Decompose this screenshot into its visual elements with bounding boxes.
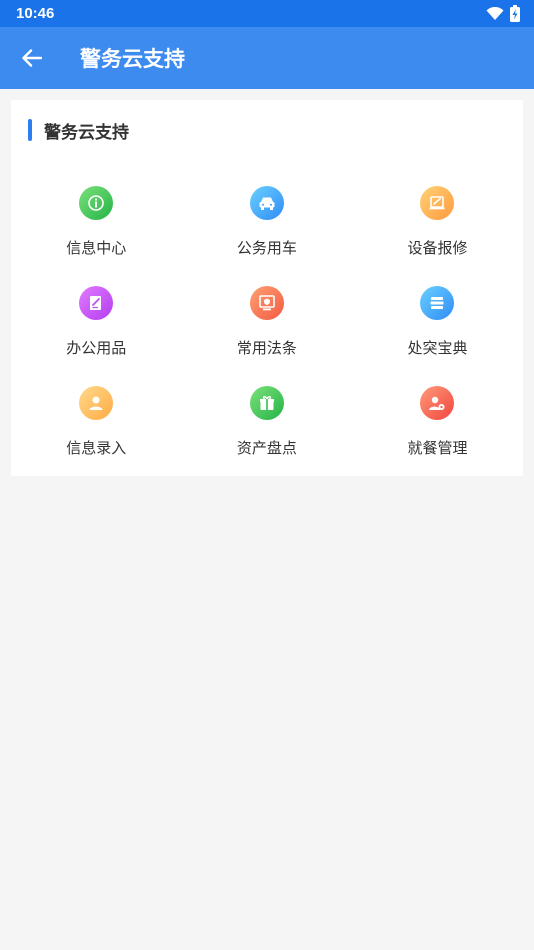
grid-item-label: 常用法条 xyxy=(236,339,297,357)
book-stack-icon xyxy=(420,286,455,320)
card-header: 警务云支持 xyxy=(11,100,523,160)
user-icon xyxy=(79,386,114,420)
grid-item-label: 办公用品 xyxy=(66,339,127,357)
status-bar: 10:46 xyxy=(0,0,534,27)
grid-item-info-center[interactable]: 信息中心 xyxy=(11,180,182,280)
grid-item-asset-inventory[interactable]: 资产盘点 xyxy=(182,380,353,480)
grid-item-common-laws[interactable]: 常用法条 xyxy=(182,280,353,380)
gift-box-icon xyxy=(249,386,284,420)
card-accent-bar xyxy=(28,119,32,141)
battery-icon xyxy=(510,5,520,22)
grid-item-label: 信息录入 xyxy=(66,439,127,457)
status-time: 10:46 xyxy=(16,5,55,22)
app-bar: 警务云支持 xyxy=(0,27,534,89)
grid-item-official-car[interactable]: 公务用车 xyxy=(182,180,353,280)
grid-item-label: 处突宝典 xyxy=(407,339,468,357)
page-title: 警务云支持 xyxy=(80,47,185,71)
grid-item-emergency-handbook[interactable]: 处突宝典 xyxy=(352,280,523,380)
grid-item-label: 设备报修 xyxy=(407,239,468,257)
grid-item-label: 资产盘点 xyxy=(236,439,297,457)
grid-item-equipment-repair[interactable]: 设备报修 xyxy=(352,180,523,280)
document-edit-icon xyxy=(79,286,114,320)
user-settings-icon xyxy=(420,386,455,420)
grid-item-office-supplies[interactable]: 办公用品 xyxy=(11,280,182,380)
grid-item-label: 公务用车 xyxy=(236,239,297,257)
grid-item-dining-management[interactable]: 就餐管理 xyxy=(352,380,523,480)
grid-item-info-entry[interactable]: 信息录入 xyxy=(11,380,182,480)
arrow-left-icon xyxy=(22,49,42,67)
repair-icon xyxy=(420,186,455,220)
wifi-icon xyxy=(486,6,504,20)
back-button[interactable] xyxy=(0,27,64,89)
grid-item-label: 就餐管理 xyxy=(407,439,468,457)
function-grid: 信息中心 公务用车 设备报修 办公用品 常用法条 处突宝典 信息录入 资产盘点 … xyxy=(11,180,523,480)
status-icons xyxy=(486,5,520,22)
card-title: 警务云支持 xyxy=(44,122,129,143)
support-card: 警务云支持 信息中心 公务用车 设备报修 办公用品 常用法条 处突宝典 信息录入… xyxy=(11,100,523,476)
law-icon xyxy=(249,286,284,320)
info-icon xyxy=(79,186,114,220)
car-icon xyxy=(249,186,284,220)
grid-item-label: 信息中心 xyxy=(66,239,127,257)
